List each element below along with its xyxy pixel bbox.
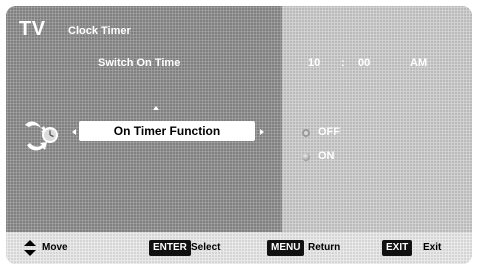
radio-unselected-icon <box>302 129 310 137</box>
menu-return-hint: MENU Return <box>267 240 367 256</box>
select-label: Select <box>191 242 221 253</box>
time-minute[interactable]: 00 <box>358 57 370 69</box>
right-arrow-icon[interactable] <box>260 129 264 135</box>
radio-selected-icon <box>302 153 310 161</box>
menu-title: Clock Timer <box>68 25 131 37</box>
up-arrow-icon <box>153 106 159 110</box>
exit-key-badge: EXIT <box>382 240 413 256</box>
move-hint: Move <box>24 240 94 256</box>
right-panel <box>282 6 472 232</box>
return-label: Return <box>308 242 341 253</box>
option-on-label: ON <box>318 150 335 162</box>
clock-timer-icon <box>21 117 61 158</box>
exit-hint: EXIT Exit <box>382 240 462 256</box>
enter-select-hint: ENTER Select <box>149 240 249 256</box>
osd-menu-window: TV Clock Timer Switch On Time 10 : 00 AM… <box>6 6 472 264</box>
time-separator: : <box>341 57 345 69</box>
move-label: Move <box>42 242 68 253</box>
tv-logo: TV <box>19 18 46 40</box>
switch-on-time-label[interactable]: Switch On Time <box>98 57 180 69</box>
time-ampm[interactable]: AM <box>410 57 427 69</box>
enter-key-badge: ENTER <box>149 240 191 256</box>
exit-label: Exit <box>423 242 442 253</box>
option-off-label: OFF <box>318 126 340 138</box>
on-timer-function-selector[interactable]: On Timer Function <box>79 121 255 141</box>
menu-key-badge: MENU <box>267 240 305 256</box>
time-hour[interactable]: 10 <box>308 57 320 69</box>
up-down-arrow-icon <box>24 240 36 261</box>
left-arrow-icon[interactable] <box>72 129 76 135</box>
footer-help-bar: Move ENTER Select MENU Return EXIT Exit <box>6 232 472 264</box>
